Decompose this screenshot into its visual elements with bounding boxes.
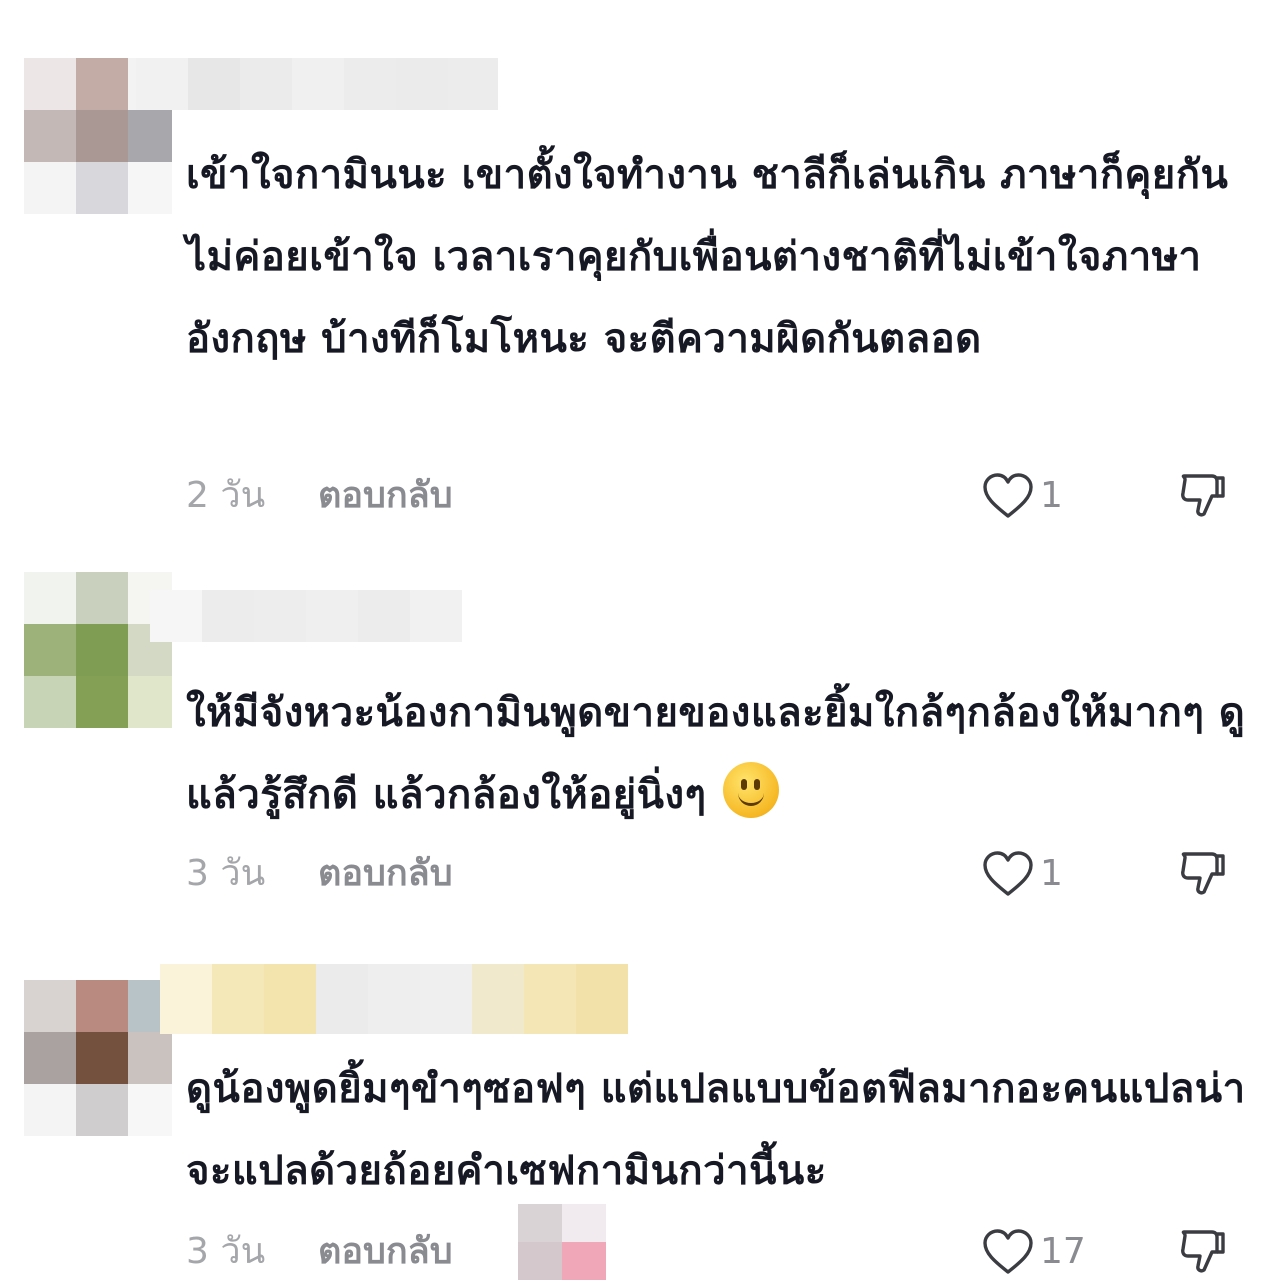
smiling-face-emoji-icon — [722, 762, 779, 818]
thumbs-down-outline-icon[interactable] — [1176, 1226, 1228, 1278]
comment-text: ให้มีจังหวะน้องกามินพูดขายของและยิ้มใกล้… — [186, 672, 1246, 836]
username-blurred[interactable] — [160, 964, 628, 1034]
comment-time: 2 วัน — [186, 475, 266, 516]
comment-time: 3 วัน — [186, 1231, 266, 1272]
reply-button[interactable]: ตอบกลับ — [318, 1228, 453, 1276]
like-count: 1 — [1040, 853, 1063, 894]
comment-meta: 3 วัน ตอบกลับ 17 — [186, 1228, 1246, 1276]
avatar[interactable] — [24, 980, 172, 1136]
blurred-avatar-thumbnail — [518, 1204, 606, 1280]
thumbs-down-outline-icon[interactable] — [1176, 470, 1228, 522]
like-button[interactable]: 1 — [982, 472, 1063, 520]
reply-button[interactable]: ตอบกลับ — [318, 472, 453, 520]
comment-meta: 3 วัน ตอบกลับ 1 — [186, 850, 1246, 898]
comment-text: เข้าใจกามินนะ เขาตั้งใจทำงาน ชาลีก็เล่นเ… — [186, 152, 1229, 362]
like-count: 17 — [1040, 1231, 1086, 1272]
like-button[interactable]: 17 — [982, 1228, 1086, 1276]
heart-outline-icon — [983, 1229, 1033, 1274]
username-blurred[interactable] — [150, 590, 462, 642]
reply-button[interactable]: ตอบกลับ — [318, 850, 453, 898]
heart-outline-icon — [983, 851, 1033, 896]
like-button[interactable]: 1 — [982, 850, 1063, 898]
comment-time: 3 วัน — [186, 853, 266, 894]
like-count: 1 — [1040, 475, 1063, 516]
comment-text-body: ให้มีจังหวะน้องกามินพูดขายของและยิ้มใกล้… — [186, 690, 1246, 818]
comment-text: ดูน้องพูดยิ้มๆขำๆซอฟๆ แต่แปลแบบข้อตฟีลมา… — [186, 1066, 1246, 1194]
username-blurred[interactable] — [136, 58, 498, 110]
comment-meta: 2 วัน ตอบกลับ 1 — [186, 472, 1246, 520]
heart-outline-icon — [983, 473, 1033, 518]
thumbs-down-outline-icon[interactable] — [1176, 848, 1228, 900]
